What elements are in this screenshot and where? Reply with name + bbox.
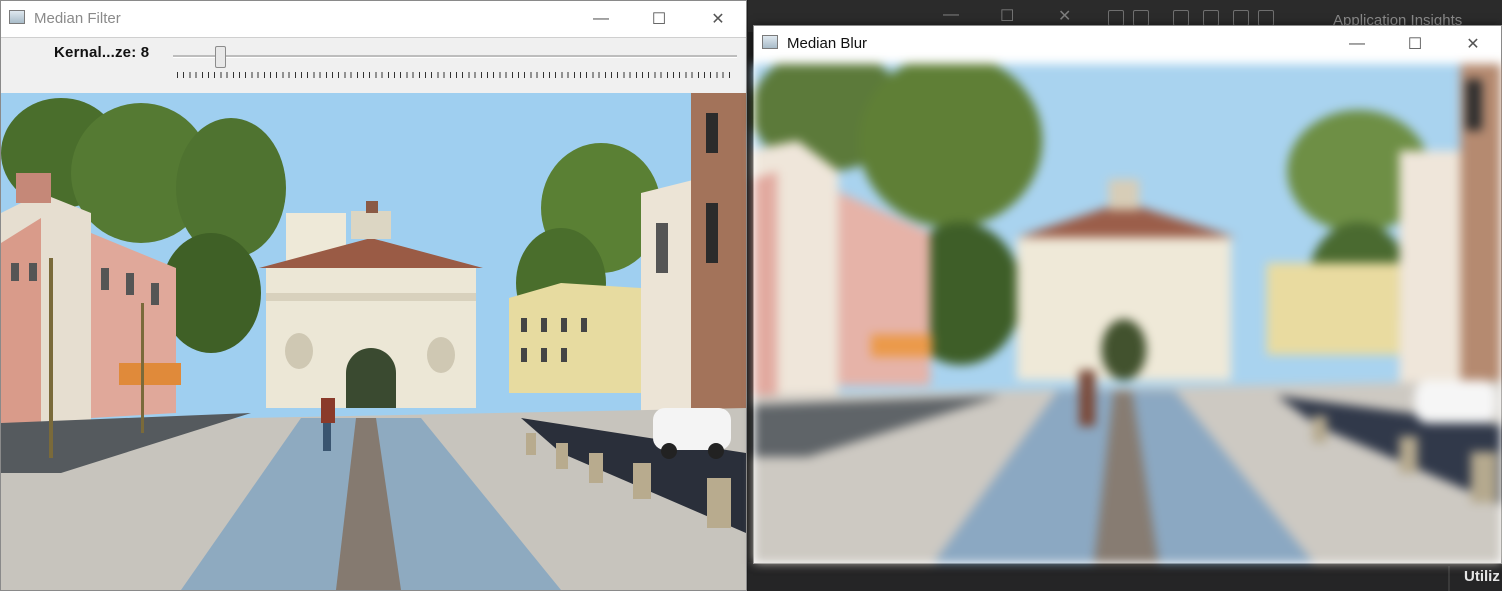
titlebar: Median Filter — ☐ ✕	[1, 1, 746, 37]
toolbar-icon	[1108, 10, 1124, 26]
app-icon	[762, 35, 778, 49]
toolbar-icon	[1133, 10, 1149, 26]
close-button[interactable]: ✕	[696, 5, 740, 33]
toolbar-icon	[1233, 10, 1249, 26]
close-button[interactable]: ✕	[1451, 30, 1495, 58]
background-minimize-icon: —	[943, 6, 959, 23]
divider	[1448, 566, 1450, 591]
maximize-button[interactable]: ☐	[1393, 30, 1437, 58]
trackbar-thumb[interactable]	[215, 46, 226, 68]
toolbar-icon	[1173, 10, 1189, 26]
minimize-button[interactable]: —	[1335, 30, 1379, 58]
filtered-image	[1, 93, 746, 590]
trackbar-panel: Kernal...ze: 8	[1, 38, 746, 92]
app-icon	[9, 10, 25, 24]
maximize-button[interactable]: ☐	[637, 5, 681, 33]
toolbar-icon	[1203, 10, 1219, 26]
background-close-icon: ✕	[1058, 8, 1072, 25]
blurred-image	[754, 64, 1501, 563]
window-title: Median Blur	[787, 35, 868, 52]
window-title: Median Filter	[34, 10, 121, 27]
titlebar: Median Blur — ☐ ✕	[754, 26, 1501, 62]
trackbar-label: Kernal...ze: 8	[54, 44, 150, 61]
toolbar-icon	[1258, 10, 1274, 26]
median-blur-window: Median Blur — ☐ ✕	[753, 25, 1502, 564]
background-maximize-icon: ☐	[1000, 8, 1015, 25]
minimize-button[interactable]: —	[579, 5, 623, 33]
trackbar-track[interactable]	[173, 55, 737, 58]
median-filter-window: Median Filter — ☐ ✕ Kernal...ze: 8	[0, 0, 747, 591]
trackbar-ticks	[177, 72, 735, 78]
background-status-text: Utiliz	[1464, 568, 1500, 585]
